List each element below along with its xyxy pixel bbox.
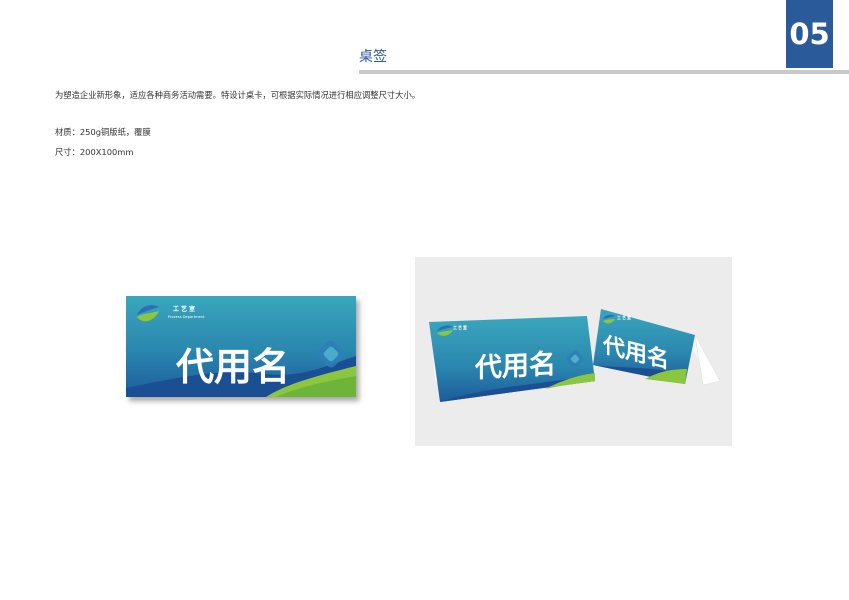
mockup-name-front: 代用名	[475, 348, 556, 385]
header-divider	[359, 70, 849, 74]
material-spec: 材质：250g铜版纸，覆膜	[55, 127, 151, 137]
mockup-logo-back: 工艺室	[617, 315, 632, 320]
section-title: 桌签	[359, 49, 387, 65]
logo-text-en: Process Department	[168, 315, 205, 319]
tent-cards-illustration	[429, 309, 721, 402]
leaf-logo-icon	[137, 305, 159, 322]
tent-card-mockup-photo: 代用名 代用名 工艺室 工艺室	[415, 257, 732, 446]
description-text: 为塑造企业新形象，适应各种商务活动需要。特设计桌卡，可根据实际情况进行相应调整尺…	[55, 90, 421, 100]
logo-text-cn: 工艺室	[173, 306, 198, 313]
size-spec: 尺寸：200X100mm	[55, 147, 134, 157]
name-placeholder: 代用名	[176, 345, 291, 389]
page-number-badge: 05	[786, 0, 833, 68]
table-card-flat: 工艺室 Process Department 代用名	[126, 296, 356, 397]
mockup-logo-front: 工艺室	[453, 325, 468, 330]
